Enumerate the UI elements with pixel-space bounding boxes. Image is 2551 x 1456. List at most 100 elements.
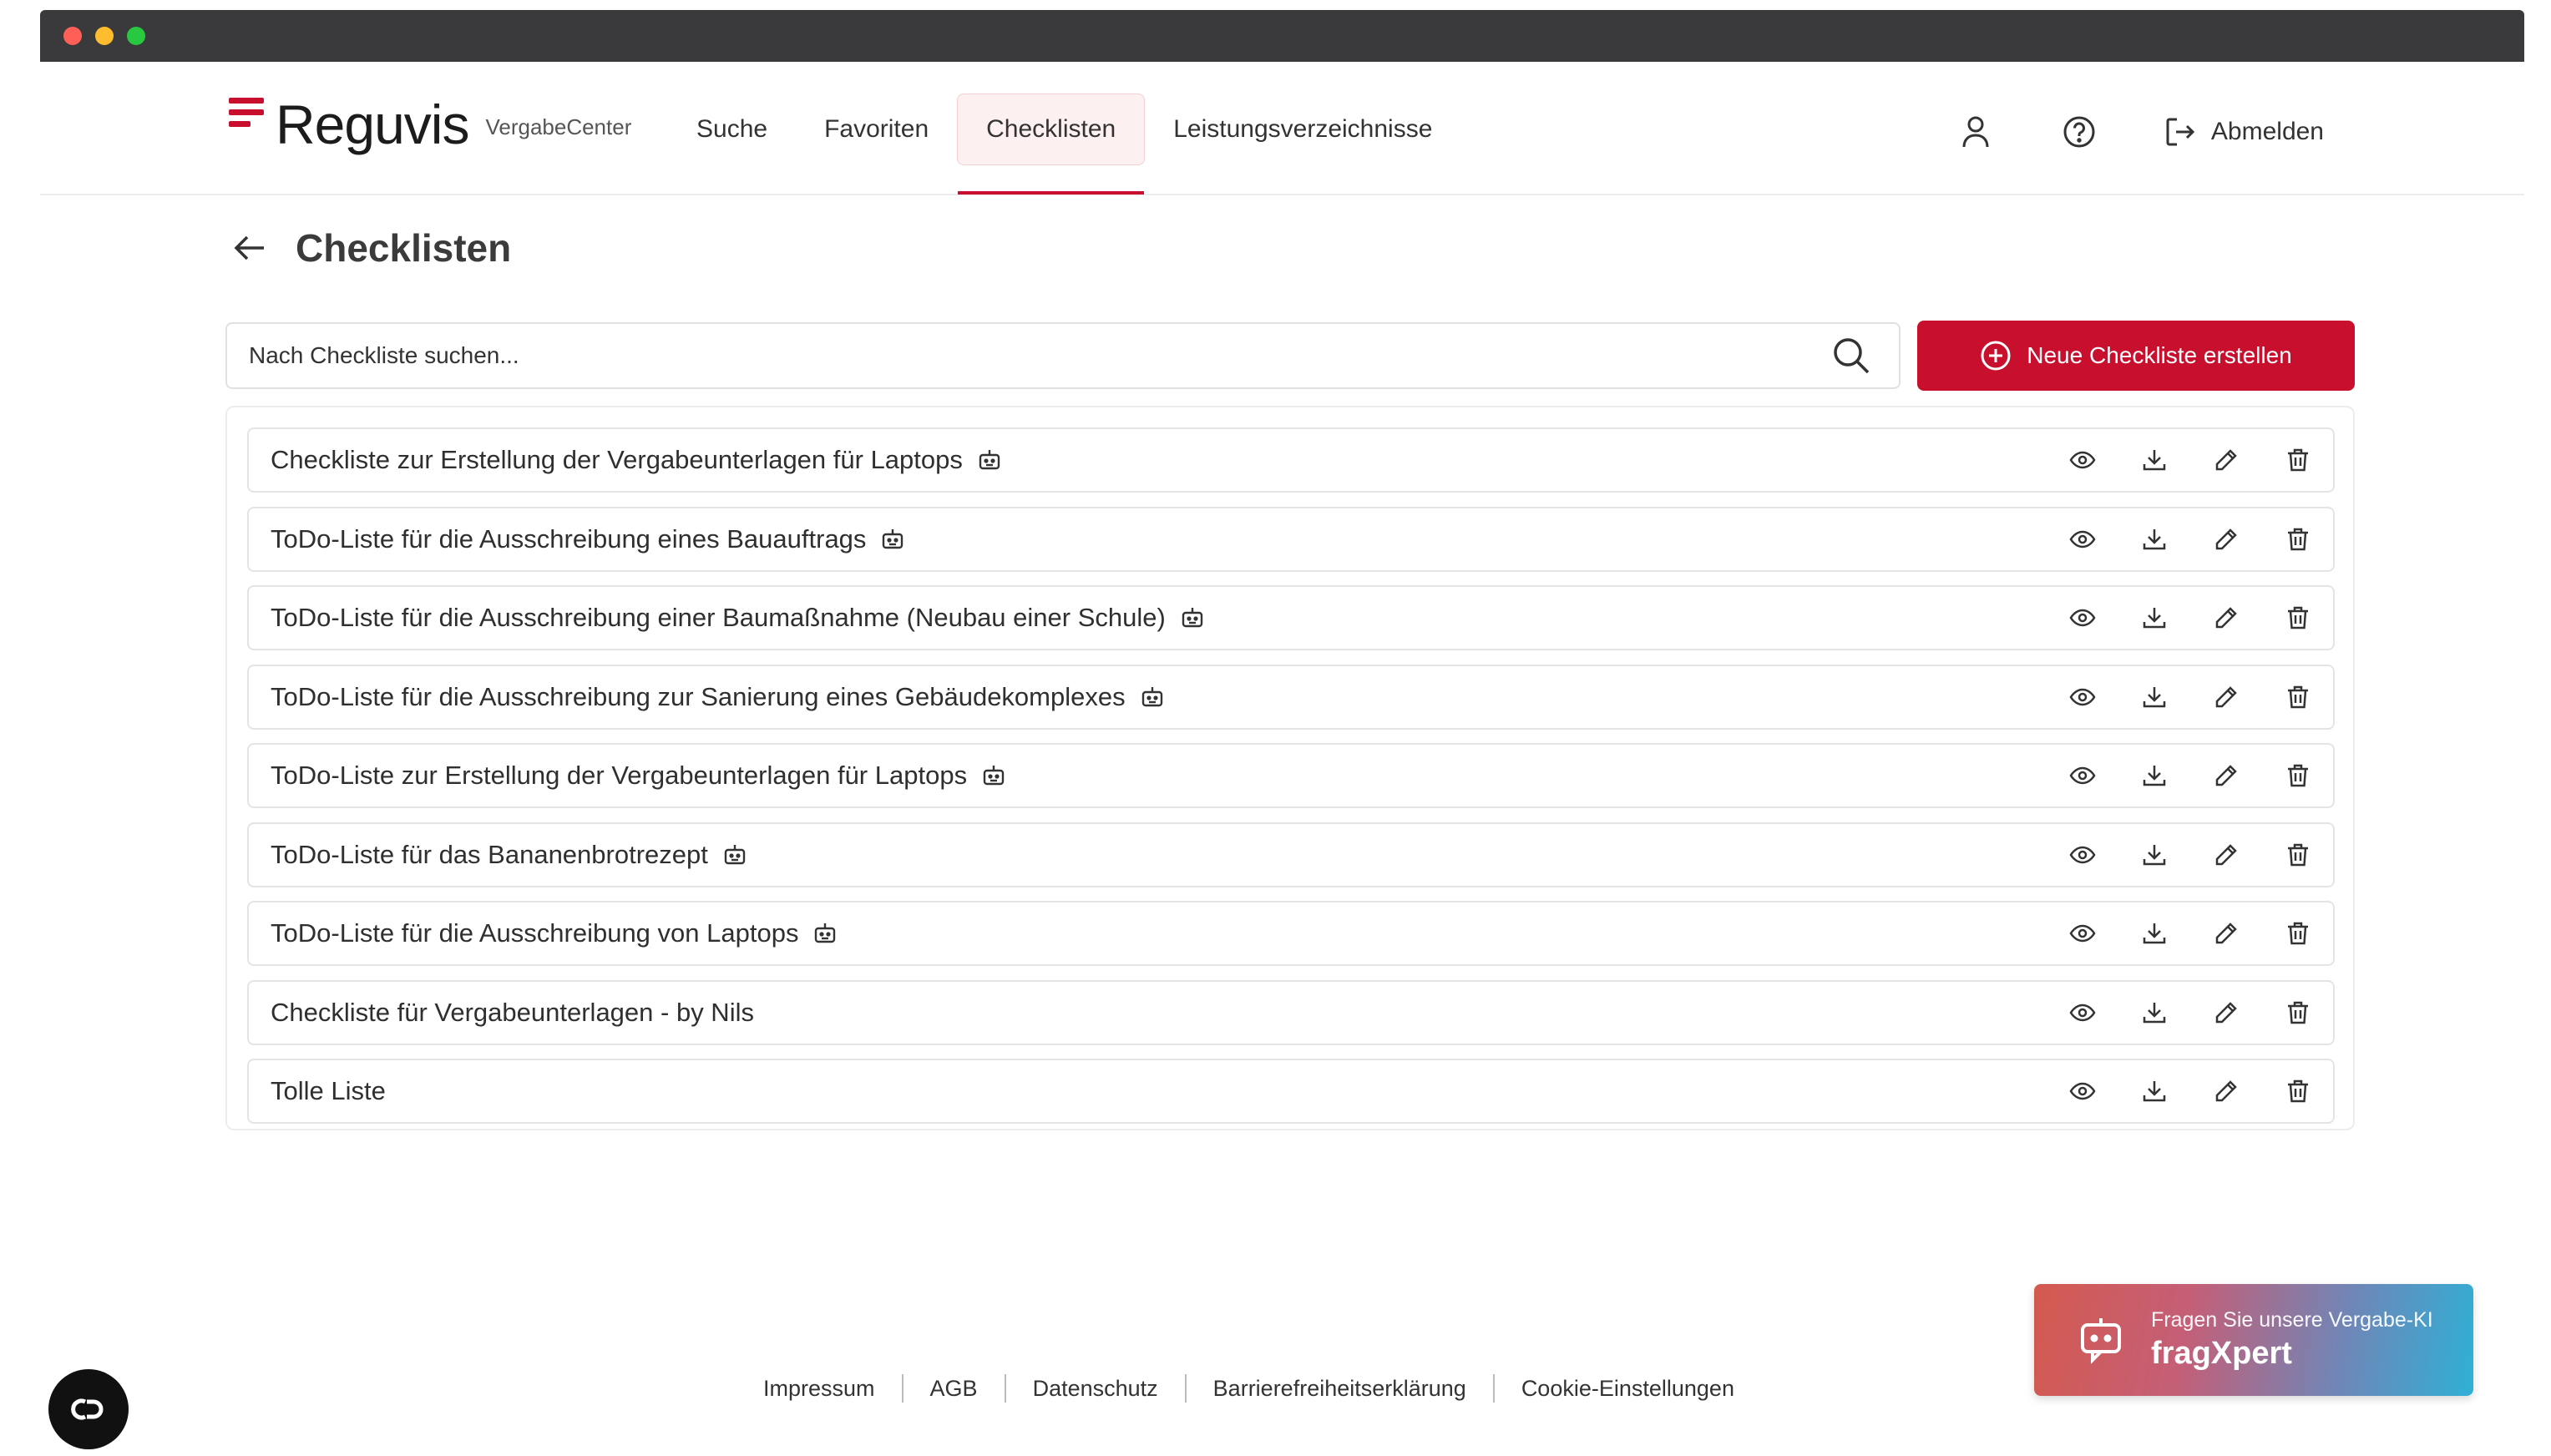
trash-icon[interactable] — [2283, 1076, 2313, 1106]
eye-icon[interactable] — [2068, 603, 2098, 633]
trash-icon[interactable] — [2283, 998, 2313, 1028]
eye-icon[interactable] — [2068, 445, 2098, 475]
trash-icon[interactable] — [2283, 445, 2313, 475]
search-icon[interactable] — [1830, 335, 1872, 377]
checklist-title[interactable]: ToDo-Liste für die Ausschreibung von Lap… — [271, 918, 798, 948]
nav-label: Favoriten — [824, 115, 929, 143]
eye-icon[interactable] — [2068, 682, 2098, 712]
footer-link-datenschutz[interactable]: Datenschutz — [1006, 1376, 1185, 1402]
row-actions — [2026, 982, 2313, 1044]
trash-icon[interactable] — [2283, 524, 2313, 554]
trash-icon[interactable] — [2283, 840, 2313, 870]
footer-link-barrierefreiheit[interactable]: Barrierefreiheitserklärung — [1187, 1376, 1493, 1402]
row-actions — [2026, 666, 2313, 728]
checklist-row[interactable]: ToDo-Liste für die Ausschreibung von Lap… — [247, 901, 2335, 966]
footer-link-agb[interactable]: AGB — [903, 1376, 1005, 1402]
download-icon[interactable] — [2139, 998, 2169, 1028]
chatbot-icon — [2081, 1318, 2121, 1364]
pencil-icon[interactable] — [2211, 682, 2241, 712]
logout-button[interactable]: Abmelden — [2164, 116, 2324, 148]
download-icon[interactable] — [2139, 682, 2169, 712]
download-icon[interactable] — [2139, 1076, 2169, 1106]
trash-icon[interactable] — [2283, 682, 2313, 712]
robot-ai-icon — [879, 526, 906, 553]
checklist-title[interactable]: ToDo-Liste für die Ausschreibung einer B… — [271, 603, 1166, 633]
checklist-row[interactable]: Checkliste zur Erstellung der Vergabeunt… — [247, 427, 2335, 493]
checklist-row[interactable]: Tolle Liste — [247, 1059, 2335, 1124]
checklist-title[interactable]: Checkliste zur Erstellung der Vergabeunt… — [271, 445, 963, 475]
eye-icon[interactable] — [2068, 524, 2098, 554]
cookie-settings-button[interactable] — [48, 1369, 129, 1449]
minimize-window-button[interactable] — [95, 27, 114, 45]
eye-icon[interactable] — [2068, 1076, 2098, 1106]
eye-icon[interactable] — [2068, 761, 2098, 791]
robot-ai-icon — [812, 920, 838, 947]
nav-suche[interactable]: Suche — [668, 94, 796, 165]
checklist-title[interactable]: ToDo-Liste für die Ausschreibung eines B… — [271, 524, 866, 554]
checklist-title[interactable]: ToDo-Liste zur Erstellung der Vergabeunt… — [271, 761, 967, 791]
pencil-icon[interactable] — [2211, 918, 2241, 948]
nav-favoriten[interactable]: Favoriten — [796, 94, 957, 165]
row-actions — [2026, 824, 2313, 886]
maximize-window-button[interactable] — [127, 27, 145, 45]
checklist-title[interactable]: ToDo-Liste für das Bananenbrotrezept — [271, 840, 708, 870]
help-circle-icon[interactable] — [2061, 114, 2098, 150]
pencil-icon[interactable] — [2211, 445, 2241, 475]
trash-icon[interactable] — [2283, 603, 2313, 633]
new-checklist-button[interactable]: Neue Checkliste erstellen — [1917, 321, 2355, 391]
nav-checklisten[interactable]: Checklisten — [957, 94, 1146, 195]
nav-leistungsverzeichnisse[interactable]: Leistungsverzeichnisse — [1145, 94, 1460, 165]
checklist-row[interactable]: ToDo-Liste für die Ausschreibung zur San… — [247, 664, 2335, 730]
footer-link-impressum[interactable]: Impressum — [736, 1376, 902, 1402]
row-actions — [2026, 902, 2313, 964]
eye-icon[interactable] — [2068, 840, 2098, 870]
checklist-row[interactable]: ToDo-Liste für das Bananenbrotrezept — [247, 822, 2335, 887]
checklist-title[interactable]: Tolle Liste — [271, 1076, 386, 1106]
pencil-icon[interactable] — [2211, 603, 2241, 633]
search-input[interactable] — [249, 342, 1830, 369]
active-nav-indicator — [958, 191, 1145, 195]
checklist-row[interactable]: ToDo-Liste für die Ausschreibung einer B… — [247, 585, 2335, 650]
trash-icon[interactable] — [2283, 918, 2313, 948]
checklist-title[interactable]: ToDo-Liste für die Ausschreibung zur San… — [271, 682, 1126, 712]
page-title: Checklisten — [296, 226, 512, 270]
download-icon[interactable] — [2139, 840, 2169, 870]
pencil-icon[interactable] — [2211, 524, 2241, 554]
fragxpert-assistant-button[interactable]: Fragen Sie unsere Vergabe-KI fragXpert — [2034, 1284, 2473, 1396]
checklist-row[interactable]: ToDo-Liste für die Ausschreibung eines B… — [247, 506, 2335, 572]
pencil-icon[interactable] — [2211, 840, 2241, 870]
title-row: Checklisten — [232, 225, 511, 270]
download-icon[interactable] — [2139, 761, 2169, 791]
trash-icon[interactable] — [2283, 761, 2313, 791]
footer-link-cookies[interactable]: Cookie-Einstellungen — [1495, 1376, 1761, 1402]
close-window-button[interactable] — [63, 27, 82, 45]
logo-wordmark: Reguvis — [276, 94, 469, 155]
download-icon[interactable] — [2139, 603, 2169, 633]
main-nav: Suche Favoriten Checklisten Leistungsver… — [668, 94, 1460, 195]
pencil-icon[interactable] — [2211, 998, 2241, 1028]
eye-icon[interactable] — [2068, 918, 2098, 948]
checklist-row[interactable]: Checkliste für Vergabeunterlagen - by Ni… — [247, 979, 2335, 1045]
arrow-left-icon[interactable] — [232, 230, 269, 266]
pencil-icon[interactable] — [2211, 761, 2241, 791]
row-actions — [2026, 429, 2313, 491]
logo[interactable]: Reguvis VergabeCenter — [229, 97, 631, 152]
logout-label: Abmelden — [2210, 118, 2324, 145]
cookie-consent-icon — [71, 1398, 104, 1420]
eye-icon[interactable] — [2068, 998, 2098, 1028]
download-icon[interactable] — [2139, 918, 2169, 948]
checklist-row[interactable]: ToDo-Liste zur Erstellung der Vergabeunt… — [247, 743, 2335, 808]
checklist-title[interactable]: Checkliste für Vergabeunterlagen - by Ni… — [271, 998, 754, 1028]
download-icon[interactable] — [2139, 524, 2169, 554]
download-icon[interactable] — [2139, 445, 2169, 475]
nav-label: Suche — [696, 115, 768, 143]
pencil-icon[interactable] — [2211, 1076, 2241, 1106]
robot-ai-icon — [1139, 684, 1166, 710]
nav-label: Leistungsverzeichnisse — [1173, 115, 1433, 143]
nav-label: Checklisten — [986, 115, 1116, 143]
page: Reguvis VergabeCenter Suche Favoriten Ch… — [40, 62, 2524, 1456]
user-icon[interactable] — [1957, 114, 1994, 150]
logo-mark-icon — [229, 98, 264, 127]
window-titlebar — [40, 10, 2524, 62]
new-checklist-label: Neue Checkliste erstellen — [2027, 342, 2292, 368]
